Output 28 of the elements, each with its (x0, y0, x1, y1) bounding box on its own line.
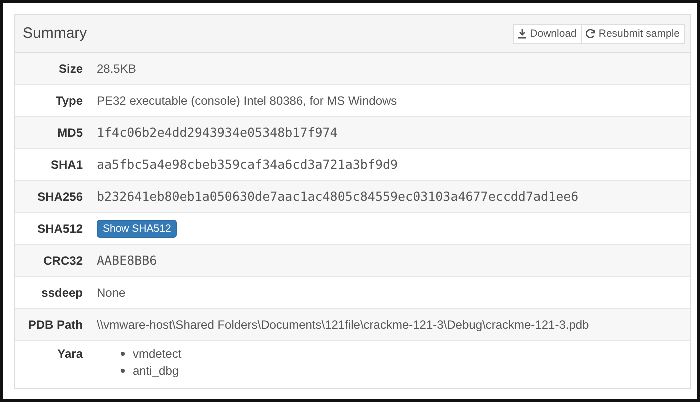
bullet-icon (121, 369, 125, 373)
field-label: CRC32 (42, 254, 83, 268)
show-hash-button[interactable]: Show SHA512 (97, 220, 178, 238)
field-label: MD5 (56, 126, 83, 140)
download-button[interactable]: Download (513, 24, 582, 44)
field-value: 28.5KB (97, 62, 136, 76)
field-label: SHA512 (36, 222, 83, 236)
field-label: PDB Path (27, 318, 83, 332)
hash-value: AABE8BB6 (97, 252, 158, 268)
field-value: \\vmware-host\Shared Folders\Documents\121file\crackme-121-3\Debug\crackme-121-3.pdb (97, 318, 590, 332)
field-label: Size (58, 62, 83, 76)
hash-value: aa5fbc5a4e98cbeb359caf34a6cd3a721a3bf9d9 (97, 156, 398, 172)
list-item: anti_dbg (133, 364, 180, 378)
field-label: ssdeep (40, 286, 83, 300)
bullet-icon (121, 352, 125, 356)
field-label: SHA1 (50, 158, 83, 172)
field-label: Type (54, 94, 83, 108)
list-item: vmdetect (133, 347, 182, 361)
download-icon (518, 28, 528, 38)
refresh-icon (586, 28, 596, 38)
hash-value: b232641eb80eb1a050630de7aac1ac4805c84559ec03103a4677eccdd7ad1ee6 (97, 188, 579, 204)
field-label: Yara (56, 347, 83, 361)
field-value: PE32 executable (console) Intel 80386, for MS Windows (97, 94, 398, 108)
field-label: SHA256 (36, 190, 83, 204)
field-value: None (97, 286, 126, 300)
panel-title: Summary (23, 25, 88, 42)
resubmit-button[interactable]: Resubmit sample (580, 24, 685, 44)
hash-value: 1f4c06b2e4dd2943934e05348b17f974 (97, 124, 338, 140)
